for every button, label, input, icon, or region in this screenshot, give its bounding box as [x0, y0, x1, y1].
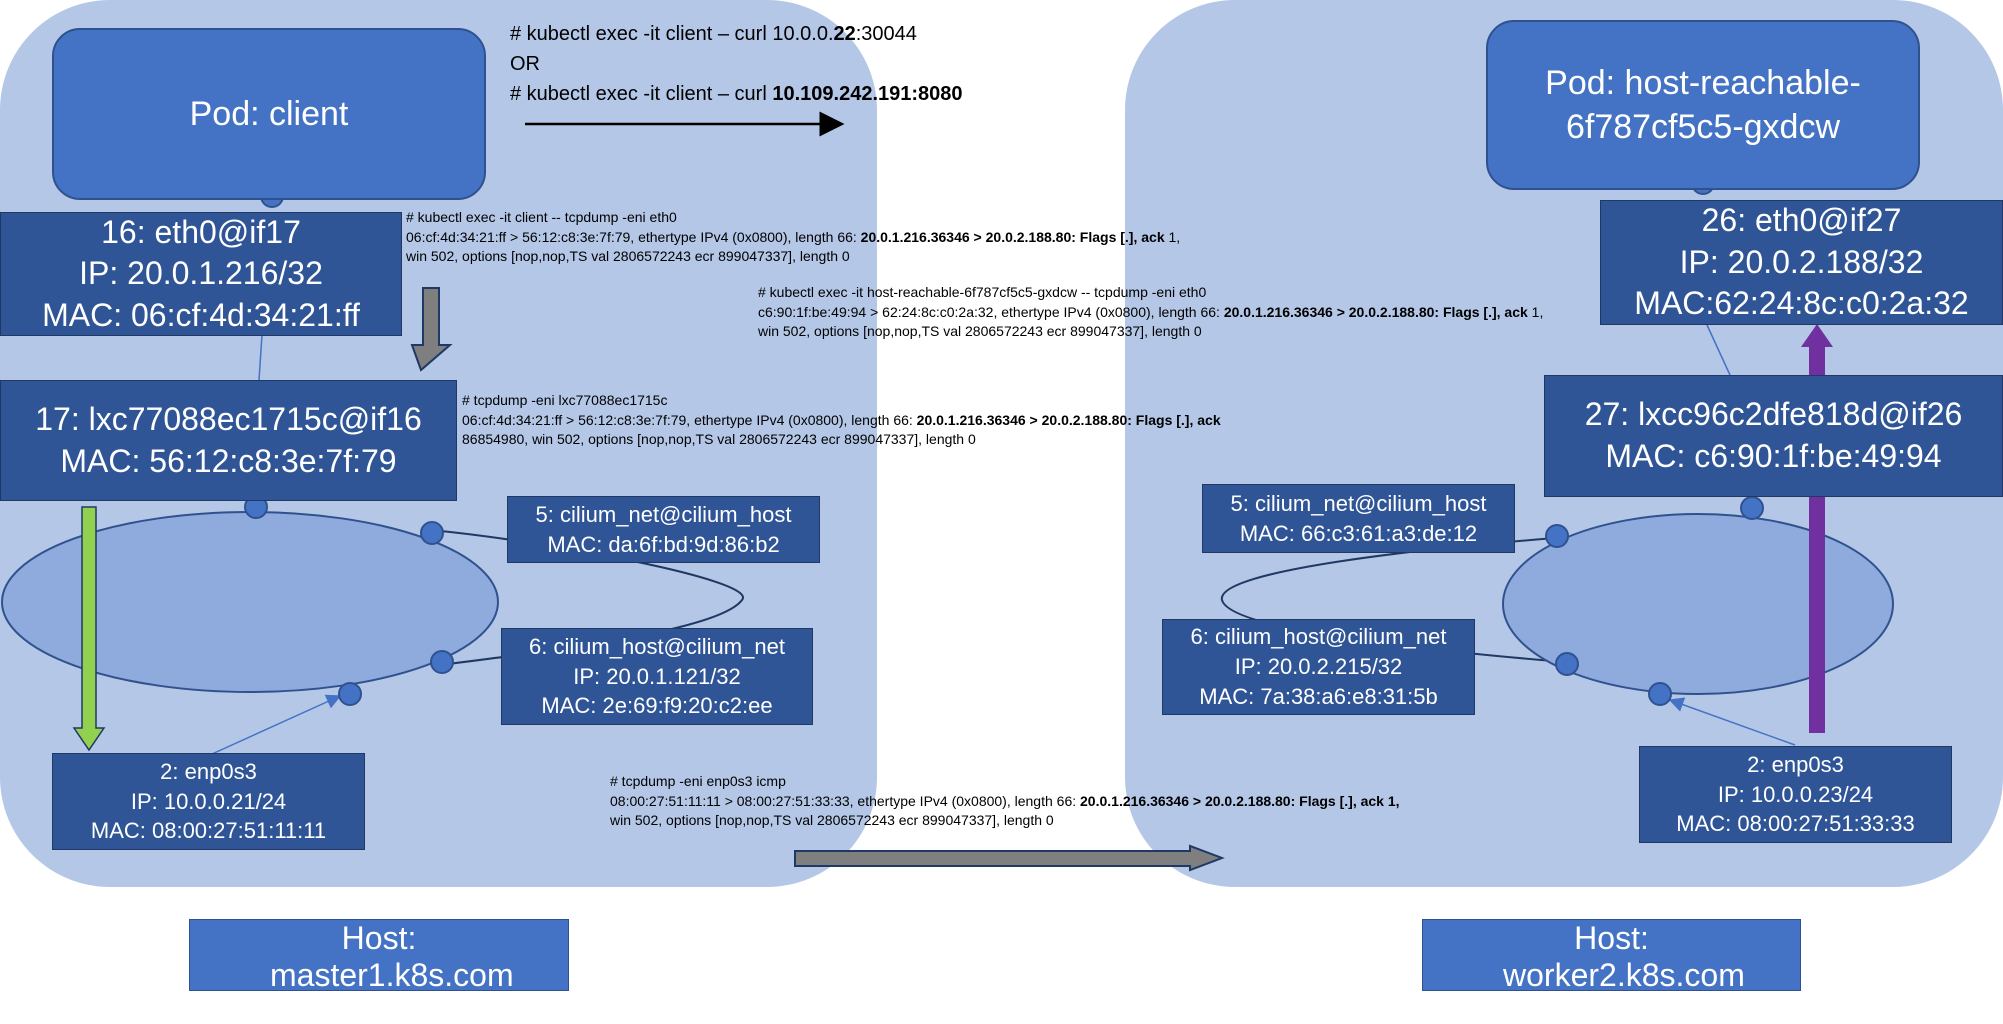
- tcpdump-server-eth0-cmd: # kubectl exec -it host-reachable-6f787c…: [758, 284, 1207, 300]
- master-enp-link: [211, 694, 342, 755]
- master-eth0-mac: MAC: 06:cf:4d:34:21:ff: [42, 296, 360, 333]
- master-lxc-mac: MAC: 56:12:c8:3e:7f:79: [60, 442, 397, 479]
- worker-cilium-net-name: 5: cilium_net@cilium_host: [1230, 490, 1487, 516]
- tcpdump-lxc: # tcpdump -eni lxc77088ec1715c 06:cf:4d:…: [462, 391, 1221, 450]
- worker-cilium-host-name: 6: cilium_host@cilium_net: [1190, 624, 1447, 650]
- tcpdump-lxc-cmd: # tcpdump -eni lxc77088ec1715c: [462, 392, 668, 408]
- tcpdump-lxc-line: 06:cf:4d:34:21:ff > 56:12:c8:3e:7f:79, e…: [462, 411, 1221, 428]
- worker-pod-host-reachable: Pod: host-reachable-6f787cf5c5-gxdcw: [1486, 20, 1920, 190]
- tcpdump-server-eth0: # kubectl exec -it host-reachable-6f787c…: [758, 283, 1543, 342]
- master-ellipse-port-enp: [338, 682, 362, 706]
- master-eth0-ip: IP: 20.0.1.216/32: [79, 255, 323, 292]
- tcpdump-client-eth0-cmd: # kubectl exec -it client -- tcpdump -en…: [406, 209, 677, 225]
- master-ellipse-port-chost: [430, 650, 454, 674]
- worker-eth0-lxc-link: [1706, 324, 1731, 376]
- master-cilium-host-mac: MAC: 2e:69:f9:20:c2:ee: [541, 693, 773, 719]
- worker-cilium-net-box: 5: cilium_net@cilium_host MAC: 66:c3:61:…: [1202, 484, 1515, 553]
- master-enp0s3-ip: IP: 10.0.0.21/24: [130, 788, 287, 814]
- master-host-label-text: Host: master1.k8s.com: [270, 920, 514, 991]
- curl-command-block: # kubectl exec -it client – curl 10.0.0.…: [510, 19, 963, 109]
- tcpdump-server-eth0-line: c6:90:1f:be:49:94 > 62:24:8c:c0:2a:32, e…: [758, 303, 1544, 320]
- worker-cilium-host-ip: IP: 20.0.2.215/32: [1234, 654, 1403, 680]
- worker-ellipse-port-cnet: [1545, 524, 1569, 548]
- gray-down-arrow: [410, 287, 453, 372]
- master-ellipse-port-cnet: [420, 521, 444, 545]
- worker-cilium-net-mac: MAC: 66:c3:61:a3:de:12: [1239, 520, 1478, 546]
- master-cilium-host-box: 6: cilium_host@cilium_net IP: 20.0.1.121…: [501, 628, 813, 725]
- worker-eth0-ip: IP: 20.0.2.188/32: [1679, 243, 1924, 280]
- worker-eth0-box: 26: eth0@if27 IP: 20.0.2.188/32 MAC:62:2…: [1600, 200, 2003, 325]
- worker-lxc-box: 27: lxcc96c2dfe818d@if26 MAC: c6:90:1f:b…: [1544, 375, 2003, 497]
- tcpdump-client-eth0-line-2: win 502, options [nop,nop,TS val 2806572…: [406, 248, 850, 265]
- master-lxc-name: 17: lxc77088ec1715c@if16: [35, 400, 422, 437]
- tcpdump-enp0s3-line: 08:00:27:51:11:11 > 08:00:27:51:33:33, e…: [610, 792, 1400, 809]
- worker-enp0s3-name: 2: enp0s3: [1747, 751, 1844, 777]
- master-host-label: Host: master1.k8s.com: [189, 919, 569, 991]
- worker-cilium-host-box: 6: cilium_host@cilium_net IP: 20.0.2.215…: [1162, 619, 1475, 715]
- master-pod-client: Pod: client: [52, 28, 486, 200]
- tcpdump-enp0s3-cmd: # tcpdump -eni enp0s3 icmp: [610, 773, 786, 789]
- worker-host-label-text: Host: worker2.k8s.com: [1503, 920, 1745, 991]
- tcpdump-lxc-line-2: 86854980, win 502, options [nop,nop,TS v…: [462, 431, 976, 448]
- master-pod-label: Pod: client: [189, 94, 349, 133]
- master-cilium-net-box: 5: cilium_net@cilium_host MAC: da:6f:bd:…: [507, 496, 820, 563]
- master-eth0-name: 16: eth0@if17: [101, 213, 301, 250]
- tcpdump-client-eth0: # kubectl exec -it client -- tcpdump -en…: [406, 208, 1180, 267]
- master-eth0-lxc-link: [258, 334, 263, 381]
- master-enp0s3-name: 2: enp0s3: [160, 758, 257, 784]
- tcpdump-enp0s3: # tcpdump -eni enp0s3 icmp 08:00:27:51:1…: [610, 772, 1400, 831]
- curl-command-line-2: # kubectl exec -it client – curl 10.109.…: [510, 83, 963, 105]
- tcpdump-server-eth0-line-2: win 502, options [nop,nop,TS val 2806572…: [758, 323, 1202, 340]
- curl-command-line-1: # kubectl exec -it client – curl 10.0.0.…: [510, 23, 917, 45]
- worker-enp0s3-box: 2: enp0s3 IP: 10.0.0.23/24 MAC: 08:00:27…: [1639, 746, 1952, 843]
- tcpdump-client-eth0-line: 06:cf:4d:34:21:ff > 56:12:c8:3e:7f:79, e…: [406, 228, 1181, 245]
- worker-enp0s3-ip: IP: 10.0.0.23/24: [1717, 781, 1874, 807]
- worker-ellipse-port-enp: [1648, 682, 1672, 706]
- master-enp0s3-mac: MAC: 08:00:27:51:11:11: [90, 818, 327, 844]
- master-cilium-host-name: 6: cilium_host@cilium_net: [529, 633, 785, 659]
- master-cilium-net-name: 5: cilium_net@cilium_host: [535, 501, 792, 527]
- master-cilium-net-mac: MAC: da:6f:bd:9d:86:b2: [547, 531, 780, 557]
- master-cilium-host-ip: IP: 20.0.1.121/32: [573, 663, 741, 689]
- worker-cilium-host-mac: MAC: 7a:38:a6:e8:31:5b: [1199, 683, 1438, 709]
- worker-enp0s3-mac: MAC: 08:00:27:51:33:33: [1676, 811, 1915, 837]
- master-eth0-box: 16: eth0@if17 IP: 20.0.1.216/32 MAC: 06:…: [0, 212, 402, 336]
- worker-eth0-name: 26: eth0@if27: [1701, 202, 1902, 239]
- master-lxc-box: 17: lxc77088ec1715c@if16 MAC: 56:12:c8:3…: [0, 380, 457, 501]
- worker-lxc-mac: MAC: c6:90:1f:be:49:94: [1605, 438, 1942, 474]
- worker-eth0-mac: MAC:62:24:8c:c0:2a:32: [1634, 285, 1969, 322]
- worker-enp-link: [1668, 697, 1796, 746]
- curl-command-or: OR: [510, 53, 540, 75]
- worker-pod-label: Pod: host-reachable-6f787cf5c5-gxdcw: [1545, 63, 1861, 146]
- master-enp0s3-box: 2: enp0s3 IP: 10.0.0.21/24 MAC: 08:00:27…: [52, 753, 365, 850]
- gray-right-arrow: [794, 844, 1225, 872]
- worker-ellipse-port-top: [1740, 496, 1764, 520]
- worker-ellipse-port-chost: [1555, 652, 1579, 676]
- worker-lxc-name: 27: lxcc96c2dfe818d@if26: [1584, 396, 1963, 433]
- tcpdump-enp0s3-line-2: win 502, options [nop,nop,TS val 2806572…: [610, 812, 1054, 829]
- worker-host-label: Host: worker2.k8s.com: [1422, 919, 1801, 991]
